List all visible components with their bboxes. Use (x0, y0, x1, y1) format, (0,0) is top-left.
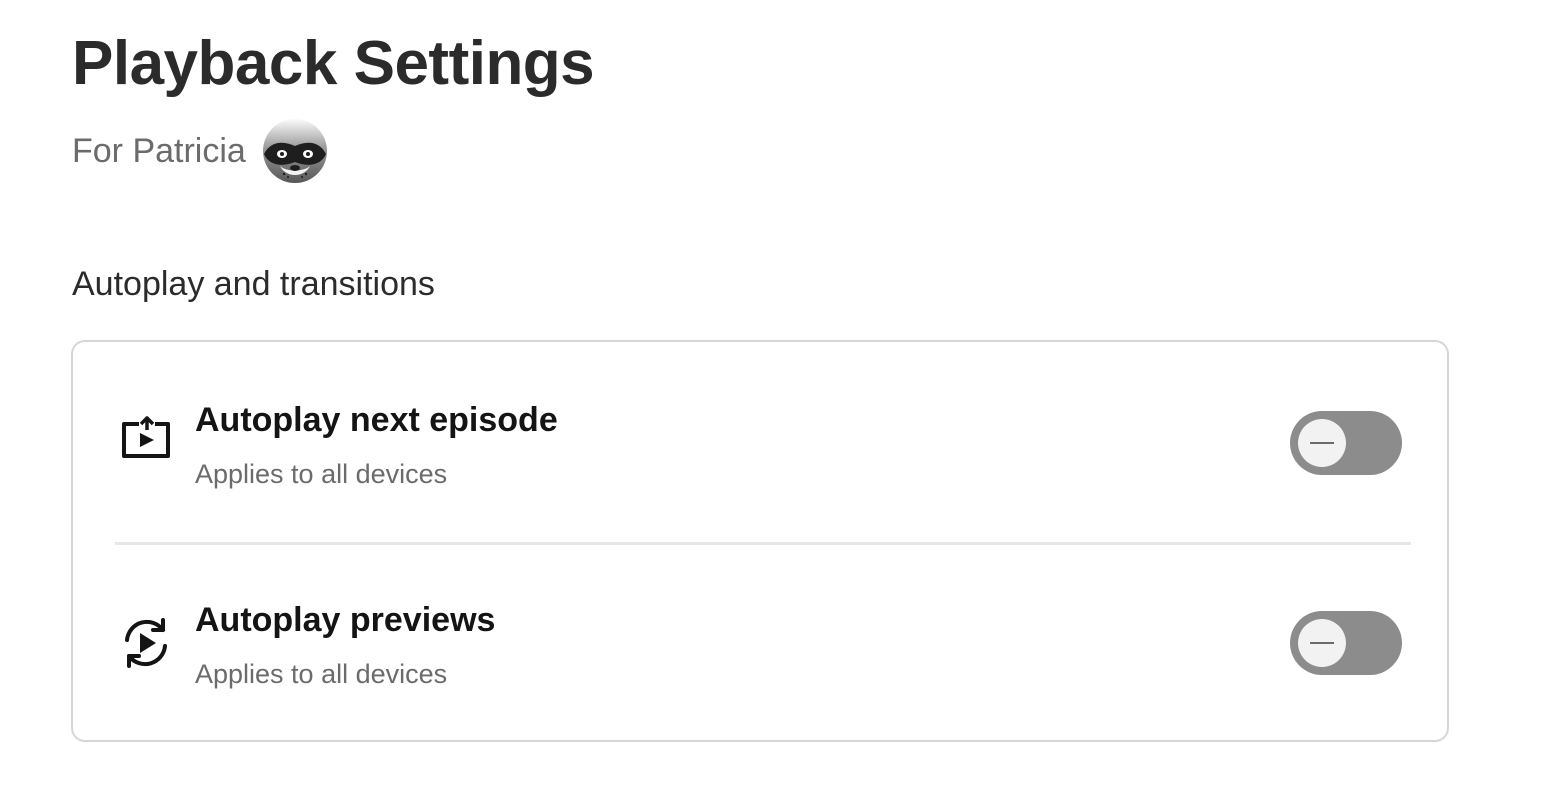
profile-avatar-icon (262, 119, 327, 183)
playback-settings-page: Playback Settings For Patricia Autoplay … (0, 0, 1554, 800)
autoplay-next-episode-icon (122, 416, 170, 458)
setting-title: Autoplay previews (195, 601, 496, 639)
autoplay-settings-card: Autoplay next episode Applies to all dev… (71, 340, 1449, 742)
autoplay-next-episode-toggle[interactable] (1290, 411, 1402, 475)
toggle-knob (1298, 619, 1346, 667)
minus-icon (1310, 442, 1334, 444)
setting-row-autoplay-previews: Autoplay previews Applies to all devices (73, 542, 1447, 742)
toggle-knob (1298, 419, 1346, 467)
page-title: Playback Settings (72, 29, 595, 98)
section-title: Autoplay and transitions (72, 265, 435, 303)
setting-subtitle: Applies to all devices (195, 459, 448, 489)
profile-row: For Patricia (72, 118, 328, 184)
profile-label: For Patricia (72, 132, 246, 170)
setting-row-autoplay-next-episode: Autoplay next episode Applies to all dev… (73, 342, 1447, 542)
minus-icon (1310, 642, 1334, 644)
setting-title: Autoplay next episode (195, 401, 558, 439)
autoplay-previews-icon (125, 618, 167, 668)
setting-subtitle: Applies to all devices (195, 659, 448, 689)
autoplay-previews-toggle[interactable] (1290, 611, 1402, 675)
